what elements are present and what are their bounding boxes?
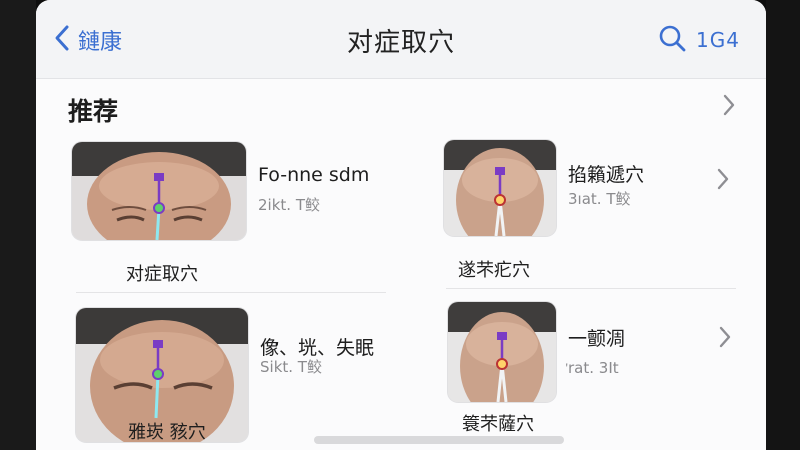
row-divider (446, 288, 736, 289)
card-title: 一颤凋 (568, 328, 626, 350)
card-caption: 簑芣薩穴 (462, 414, 534, 435)
acupoint-card[interactable]: 一颤凋 ᡃrat. 3It 簑芣薩穴 (448, 302, 748, 442)
search-label: 1G4 (696, 28, 740, 52)
chevron-right-icon (722, 94, 736, 120)
card-title: Fo-nne sdm (258, 164, 370, 186)
card-subtitle: ᡃrat. 3It (568, 359, 619, 377)
home-indicator (314, 436, 564, 444)
page-title: 对症取穴 (346, 28, 455, 58)
acupoint-card[interactable]: 像ᡃ、垙、失眠 Sikt. T鲛 雅崁 豥穴 (76, 308, 406, 448)
app-screen: 鏈康 对症取穴 1G4 推荐 Fo-nne sdm 2ikt. T鲛 对症取穴 … (36, 0, 766, 450)
navigation-bar: 鏈康 对症取穴 1G4 (36, 0, 766, 79)
recommend-section-header[interactable]: 推荐 (36, 80, 766, 132)
chevron-right-icon (716, 168, 730, 194)
card-caption: 雅崁 豥穴 (128, 422, 206, 443)
face-thumbnail (444, 140, 556, 236)
face-thumbnail (72, 142, 246, 240)
card-subtitle: Sikt. T鲛 (260, 358, 322, 376)
card-title: 像ᡃ、垙、失眠 (260, 337, 375, 359)
card-subtitle: 2ikt. T鲛 (258, 196, 320, 214)
acupoint-card[interactable]: 掐籟遞穴 3ıat. T鲛 遂芣疕穴 (444, 140, 744, 281)
section-title: 推荐 (68, 97, 119, 126)
face-thumbnail (448, 302, 556, 402)
search-button[interactable]: 1G4 (658, 22, 740, 58)
card-caption: 对症取穴 (126, 264, 198, 285)
search-icon (658, 24, 686, 56)
card-caption: 遂芣疕穴 (458, 260, 530, 281)
chevron-right-icon (718, 326, 732, 352)
device-bezel-right (766, 0, 800, 450)
acupoint-card[interactable]: Fo-nne sdm 2ikt. T鲛 对症取穴 (72, 142, 392, 285)
row-divider (76, 292, 386, 293)
card-subtitle: 3ıat. T鲛 (568, 190, 631, 208)
card-title: 掐籟遞穴 (568, 164, 645, 186)
device-bezel-left (0, 0, 36, 450)
